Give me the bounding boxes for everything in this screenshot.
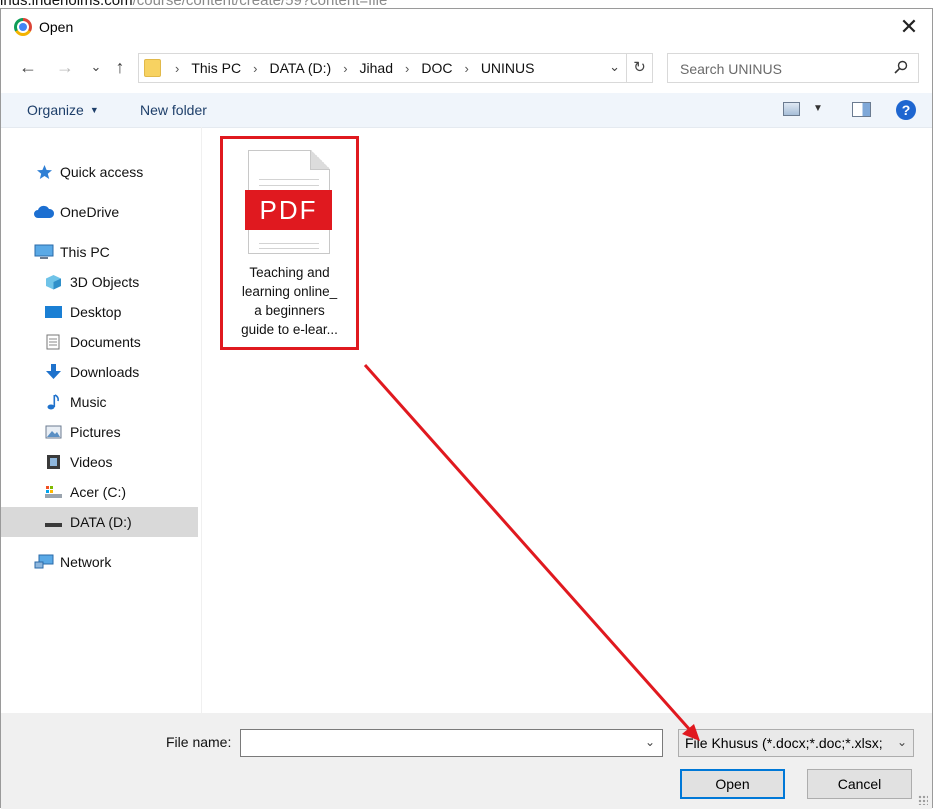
- folder-icon: [144, 59, 161, 77]
- drive-icon: [45, 486, 62, 498]
- sidebar-item-label: DATA (D:): [70, 514, 132, 530]
- file-name-field-label: File name:: [166, 734, 232, 750]
- drive-icon: [45, 523, 62, 527]
- breadcrumb: › This PC › DATA (D:) › Jihad › DOC › UNINUS: [169, 60, 540, 76]
- desktop-icon: [45, 306, 62, 318]
- document-icon: [46, 334, 60, 350]
- sidebar-item-acer-c[interactable]: Acer (C:): [1, 477, 198, 507]
- file-type-select[interactable]: File Khusus (*.docx;*.doc;*.xlsx; ⌄: [678, 729, 914, 757]
- command-bar: Organize ▼ New folder ▼ ?: [1, 93, 932, 128]
- breadcrumb-separator[interactable]: ›: [343, 61, 347, 76]
- sidebar-item-videos[interactable]: Videos: [1, 447, 198, 477]
- window-title: Open: [39, 19, 74, 35]
- sidebar-item-onedrive[interactable]: OneDrive: [1, 197, 198, 227]
- resize-grip-icon[interactable]: [918, 795, 928, 805]
- search-input[interactable]: [678, 59, 882, 79]
- sidebar-item-label: Videos: [70, 454, 113, 470]
- sidebar-item-downloads[interactable]: Downloads: [1, 357, 198, 387]
- file-name-combobox[interactable]: ⌄: [240, 729, 663, 757]
- breadcrumb-jihad[interactable]: Jihad: [360, 60, 393, 76]
- sidebar-item-label: Pictures: [70, 424, 121, 440]
- sidebar-item-label: Documents: [70, 334, 141, 350]
- up-button[interactable]: ↑: [109, 56, 131, 78]
- breadcrumb-this-pc[interactable]: This PC: [191, 60, 241, 76]
- sidebar-item-label: Quick access: [60, 164, 144, 180]
- help-icon[interactable]: ?: [896, 100, 916, 120]
- sidebar-item-label: OneDrive: [60, 204, 120, 220]
- bottom-panel: File name: ⌄ File Khusus (*.docx;*.doc;*…: [1, 713, 932, 809]
- sidebar-item-documents[interactable]: Documents: [1, 327, 198, 357]
- sidebar-item-label: 3D Objects: [70, 274, 140, 290]
- computer-icon: [34, 244, 54, 259]
- breadcrumb-separator: ›: [175, 61, 180, 76]
- cancel-button[interactable]: Cancel: [807, 769, 912, 799]
- breadcrumb-separator[interactable]: ›: [405, 61, 409, 76]
- view-options-chevron-icon[interactable]: ▼: [813, 103, 823, 114]
- open-button[interactable]: Open: [680, 769, 785, 799]
- preview-pane-icon[interactable]: [852, 102, 871, 117]
- sidebar-item-data-d[interactable]: DATA (D:): [1, 507, 198, 537]
- sidebar-item-label: Network: [60, 554, 112, 570]
- music-icon: [47, 394, 59, 410]
- cloud-icon: [34, 205, 55, 218]
- sidebar-item-desktop[interactable]: Desktop: [1, 297, 198, 327]
- change-view-icon[interactable]: [783, 102, 800, 116]
- sidebar-item-label: Acer (C:): [70, 484, 126, 500]
- star-icon: [37, 165, 52, 179]
- address-bar[interactable]: › This PC › DATA (D:) › Jihad › DOC › UNINUS ⌄: [138, 53, 627, 83]
- back-button[interactable]: ←: [17, 56, 39, 78]
- pdf-badge: PDF: [245, 190, 332, 230]
- search-icon[interactable]: [894, 60, 908, 74]
- breadcrumb-data-d[interactable]: DATA (D:): [269, 60, 331, 76]
- breadcrumb-doc[interactable]: DOC: [421, 60, 452, 76]
- address-dropdown-icon[interactable]: ⌄: [609, 59, 620, 75]
- breadcrumb-uninus[interactable]: UNINUS: [481, 60, 535, 76]
- chevron-down-icon: ▼: [89, 105, 99, 115]
- file-name-label: Teaching and learning online_ a beginner…: [241, 265, 338, 337]
- breadcrumb-separator[interactable]: ›: [253, 61, 257, 76]
- sidebar-item-music[interactable]: Music: [1, 387, 198, 417]
- sidebar-item-3d-objects[interactable]: 3D Objects: [1, 267, 198, 297]
- file-item[interactable]: PDF Teaching and learning online_ a begi…: [220, 136, 359, 350]
- cube-icon: [46, 275, 61, 290]
- close-button[interactable]: ✕: [886, 9, 932, 45]
- chrome-icon: [14, 18, 32, 36]
- sidebar-item-label: Music: [70, 394, 107, 410]
- navigation-pane[interactable]: Quick access OneDrive This PC 3D Objects…: [1, 127, 202, 713]
- refresh-button[interactable]: ↻: [627, 53, 653, 83]
- file-name-input[interactable]: [245, 733, 629, 755]
- open-file-dialog: Open ✕ ← → ⌄ ↑ › This PC › DATA (D:) › Jihad ›…: [0, 8, 933, 809]
- organize-button[interactable]: Organize ▼: [27, 102, 99, 118]
- breadcrumb-separator[interactable]: ›: [464, 61, 468, 76]
- sidebar-item-this-pc[interactable]: This PC: [1, 237, 198, 267]
- recent-locations-button[interactable]: ⌄: [85, 56, 107, 78]
- sidebar-item-label: Downloads: [70, 364, 140, 380]
- sidebar-item-quick-access[interactable]: Quick access: [1, 157, 198, 187]
- picture-icon: [45, 425, 62, 439]
- sidebar-item-label: This PC: [60, 244, 110, 260]
- chevron-down-icon[interactable]: ⌄: [645, 735, 655, 749]
- sidebar-item-network[interactable]: Network: [1, 547, 198, 577]
- search-box[interactable]: [667, 53, 919, 83]
- sidebar-item-pictures[interactable]: Pictures: [1, 417, 198, 447]
- forward-button[interactable]: →: [54, 56, 76, 78]
- video-icon: [47, 455, 60, 469]
- title-bar: Open ✕: [1, 9, 932, 45]
- chevron-down-icon: ⌄: [896, 735, 907, 749]
- file-type-value: File Khusus (*.docx;*.doc;*.xlsx;: [685, 735, 883, 751]
- network-icon: [34, 554, 54, 569]
- organize-label: Organize: [27, 102, 84, 118]
- sidebar-item-label: Desktop: [70, 304, 122, 320]
- download-icon: [46, 364, 61, 379]
- new-folder-button[interactable]: New folder: [140, 102, 207, 118]
